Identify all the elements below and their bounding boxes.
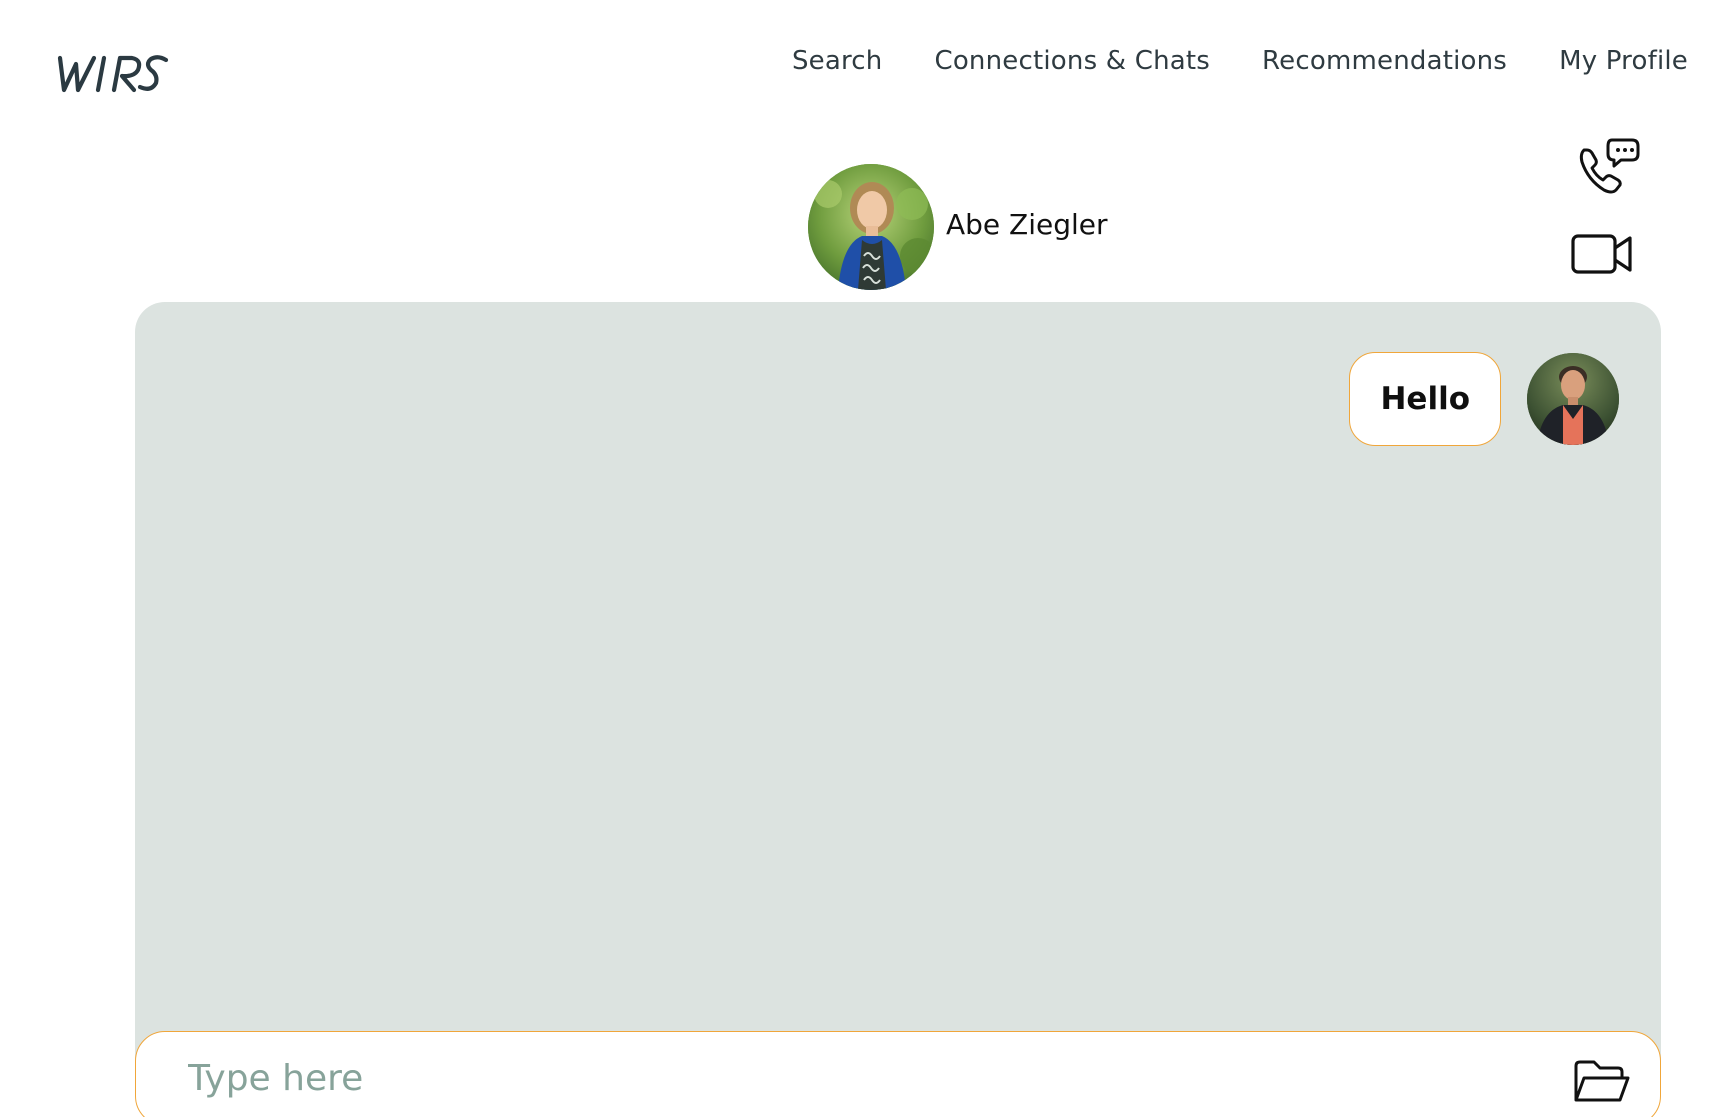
nav-search[interactable]: Search [792, 46, 883, 76]
video-camera-icon[interactable] [1570, 228, 1634, 280]
phone-chat-icon[interactable] [1574, 134, 1640, 198]
sender-avatar[interactable] [1527, 353, 1619, 445]
contact-name: Abe Ziegler [946, 207, 1108, 241]
chat-messages-area[interactable]: Hello [135, 302, 1661, 1082]
chat-contact-header[interactable]: Abe Ziegler [808, 164, 1108, 290]
message-row-outgoing: Hello [1349, 352, 1619, 446]
contact-avatar[interactable] [808, 164, 934, 290]
brand-logo[interactable] [54, 50, 170, 100]
main-nav: Search Connections & Chats Recommendatio… [792, 44, 1688, 78]
nav-connections-chats[interactable]: Connections & Chats [934, 46, 1210, 76]
chat-page: Search Connections & Chats Recommendatio… [0, 0, 1728, 1117]
folder-icon[interactable] [1572, 1058, 1632, 1106]
message-input[interactable] [186, 1057, 1490, 1100]
nav-recommendations[interactable]: Recommendations [1262, 46, 1507, 76]
message-composer [135, 1031, 1661, 1117]
nav-my-profile[interactable]: My Profile [1559, 46, 1688, 76]
message-bubble[interactable]: Hello [1349, 352, 1501, 446]
